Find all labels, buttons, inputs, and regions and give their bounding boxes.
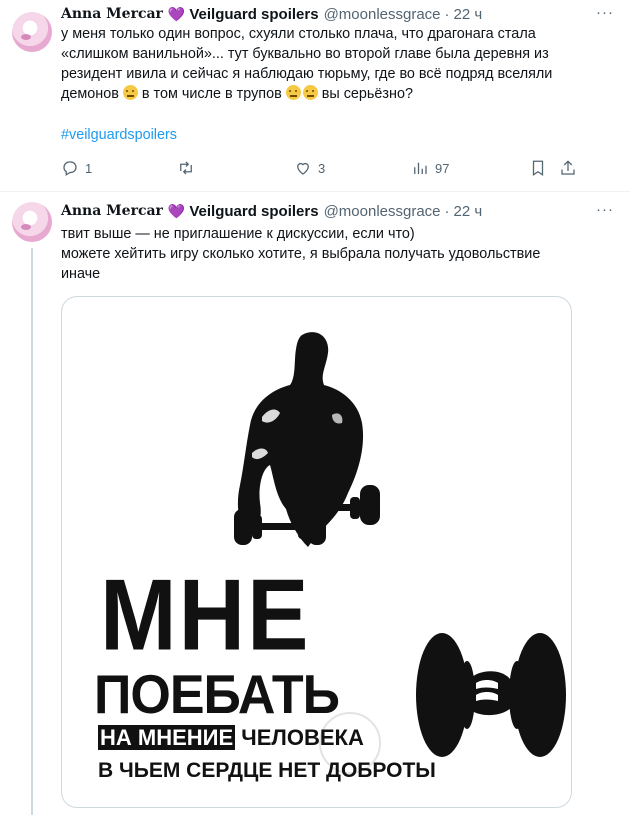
tweet-text: твит выше — не приглашение к дискуссии, …: [61, 224, 614, 284]
poster-text-line: В ЧЬЕМ СЕРДЦЕ НЕТ ДОБРОТЫ: [98, 759, 436, 782]
views-icon: [414, 162, 427, 174]
poster-text-line: НА МНЕНИЕ ЧЕЛОВЕКА: [98, 725, 364, 750]
avatar[interactable]: [12, 12, 52, 52]
tweet-line: у меня только один вопрос, схуяли стольк…: [61, 26, 536, 42]
tweet-line: «слишком ванильной»... тут буквально во …: [61, 46, 549, 62]
poster-text-line: ПОЕБАТЬ: [94, 664, 340, 726]
action-bar: 1 3 97: [61, 159, 618, 179]
purple-heart-icon: 💜: [167, 202, 186, 219]
author-name[interactable]: Anna Mercar: [61, 6, 163, 22]
retweet-icon: [180, 161, 192, 175]
timestamp[interactable]: 22 ч: [454, 203, 483, 220]
author-badge[interactable]: Veilguard spoilers: [189, 203, 318, 220]
emoji-raised-eyebrow-icon: [285, 85, 301, 100]
avatar[interactable]: [12, 202, 52, 242]
tweet-line: демонов: [61, 86, 119, 102]
tweet-text: у меня только один вопрос, схуяли стольк…: [61, 24, 614, 104]
author-badge[interactable]: Veilguard spoilers: [189, 6, 318, 23]
like-count: 3: [318, 160, 326, 176]
author-handle[interactable]: @moonlessgrace: [324, 6, 441, 23]
tweet-header: Anna Mercar 💜 Veilguard spoilers @moonle…: [61, 201, 618, 221]
poster-highlight: НА МНЕНИЕ: [98, 725, 236, 750]
emoji-raised-eyebrow-icon: [122, 85, 138, 100]
tweet-line: в том числе в трупов: [141, 86, 282, 102]
views-button[interactable]: 97: [411, 159, 449, 177]
hashtag-link[interactable]: #veilguardspoilers: [61, 125, 614, 145]
tweet-line: твит выше — не приглашение к дискуссии, …: [61, 226, 415, 242]
author-handle[interactable]: @moonlessgrace: [324, 203, 441, 220]
views-count: 97: [435, 160, 450, 176]
separator: ·: [444, 5, 450, 23]
bookmark-icon: [532, 160, 544, 176]
share-button[interactable]: [559, 159, 577, 177]
tweet-header: Anna Mercar 💜 Veilguard spoilers @moonle…: [61, 4, 618, 24]
tweet-line: вы серьёзно?: [321, 86, 413, 102]
poster-text: ЧЕЛОВЕКА: [241, 725, 364, 750]
author-name[interactable]: Anna Mercar: [61, 203, 163, 219]
more-icon[interactable]: ···: [596, 201, 614, 218]
tweet-image[interactable]: МНЕ ПОЕБАТЬ НА МНЕНИЕ ЧЕЛОВЕКА В ЧЬЕМ СЕ…: [61, 296, 572, 808]
tweet-line: можете хейтить игру сколько хотите, я вы…: [61, 246, 541, 262]
reply-button[interactable]: 1: [61, 159, 92, 177]
like-icon: [297, 162, 309, 175]
share-icon: [561, 160, 575, 175]
poster-text-line: МНЕ: [100, 559, 311, 672]
tweet[interactable]: Anna Mercar 💜 Veilguard spoilers @moonle…: [0, 192, 630, 815]
emoji-raised-eyebrow-icon: [302, 85, 318, 100]
retweet-button[interactable]: [177, 159, 201, 177]
tweet-line: иначе: [61, 266, 101, 282]
reply-count: 1: [85, 160, 93, 176]
purple-heart-icon: 💜: [167, 5, 186, 22]
thread-line: [31, 248, 33, 815]
separator: ·: [444, 202, 450, 220]
more-icon[interactable]: ···: [596, 4, 614, 21]
tweet[interactable]: Anna Mercar 💜 Veilguard spoilers @moonle…: [0, 0, 630, 192]
tweet-line: резидент ивила и сейчас я наблюдаю тюрьм…: [61, 66, 553, 82]
bookmark-button[interactable]: [529, 159, 547, 177]
timestamp[interactable]: 22 ч: [454, 6, 483, 23]
like-button[interactable]: 3: [294, 159, 325, 177]
reply-icon: [63, 161, 77, 176]
